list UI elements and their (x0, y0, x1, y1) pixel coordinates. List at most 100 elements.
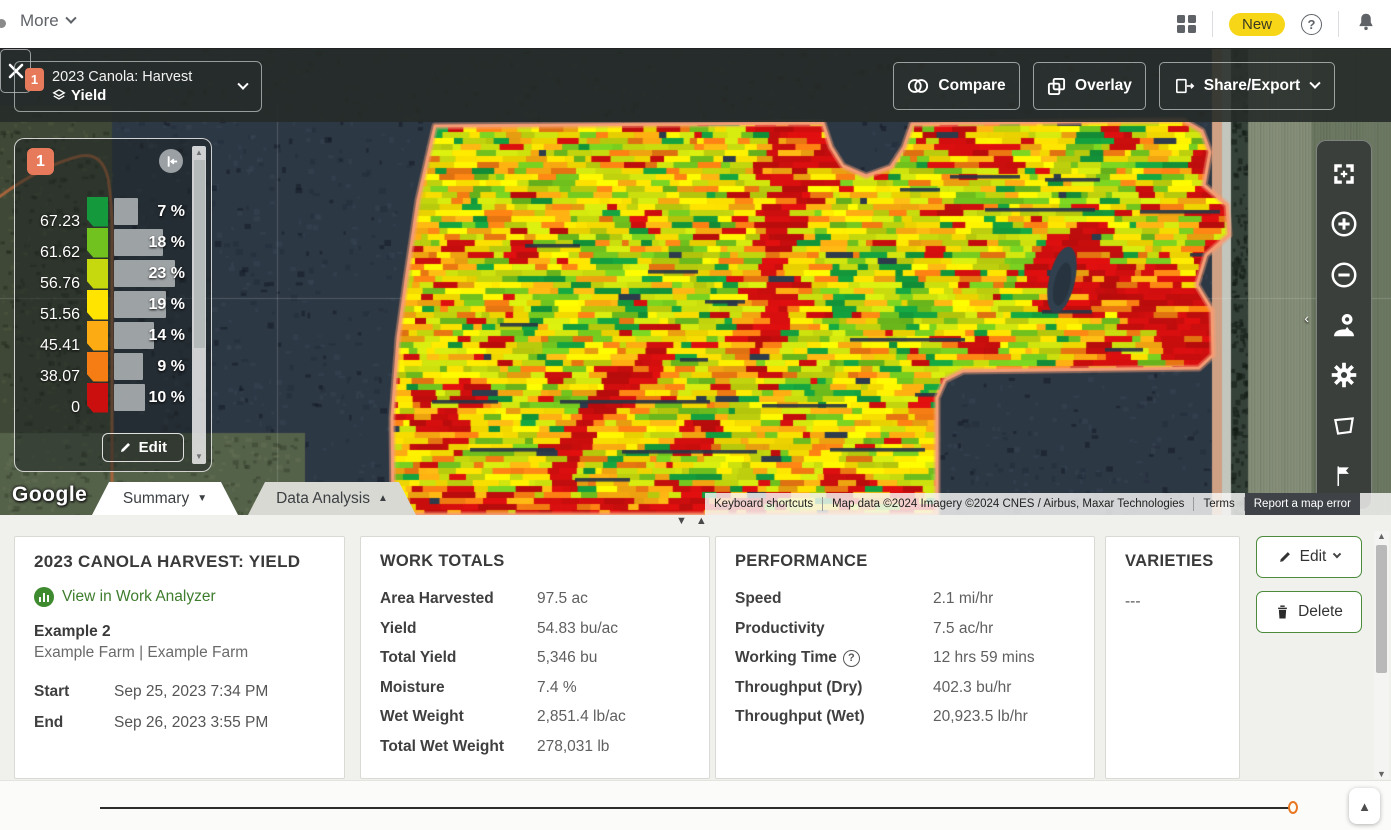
help-icon[interactable]: ? (843, 650, 860, 667)
panel-resize-arrows[interactable]: ▼▲ (676, 515, 707, 527)
terms-link[interactable]: Terms (1194, 498, 1243, 510)
chevron-down-icon (1310, 78, 1321, 89)
map-attribution: Keyboard shortcuts Map data ©2024 Imager… (705, 493, 1391, 515)
yield-legend-panel: 1 67.23 7 % 61.62 (14, 138, 212, 472)
top-bar: More New ? (0, 0, 1391, 48)
gear-icon[interactable] (1324, 355, 1364, 395)
panel-scrollbar[interactable]: ▲ ▼ (1374, 531, 1389, 779)
chevron-up-icon: ▲ (378, 493, 388, 504)
legend-scrollbar[interactable]: ▲ ▼ (192, 146, 206, 464)
bell-icon[interactable] (1355, 11, 1377, 38)
fullscreen-icon[interactable] (1324, 154, 1364, 194)
legend-color-chip (87, 321, 108, 351)
chevron-down-icon (65, 13, 76, 24)
timeline-handle[interactable] (1288, 801, 1298, 814)
stat-row: Working Time? 12 hrs 59 mins (735, 649, 1075, 667)
stat-row: Throughput (Wet)? 20,923.5 lb/hr (735, 708, 1075, 726)
scroll-down-icon[interactable]: ▼ (192, 452, 206, 462)
stat-value: 278,031 lb (537, 738, 609, 756)
stat-row: Productivity? 7.5 ac/hr (735, 620, 1075, 638)
zoom-in-icon[interactable] (1324, 204, 1364, 244)
scrollbar-thumb[interactable] (1376, 545, 1387, 673)
stat-value: 7.4 % (537, 679, 577, 697)
stat-label: Wet Weight (380, 708, 537, 726)
help-icon[interactable]: ? (1301, 14, 1322, 35)
legend-percent-label: 19 % (149, 296, 185, 314)
scroll-up-icon[interactable]: ▲ (192, 148, 206, 158)
work-totals-rows: Area Harvested 97.5 ac Yield 54.83 bu/ac… (380, 590, 690, 756)
zoom-out-icon[interactable] (1324, 255, 1364, 295)
performance-rows: Speed? 2.1 mi/hr Productivity? 7.5 ac/hr… (735, 590, 1075, 726)
legend-color-chip (87, 259, 108, 289)
chevron-down-icon: ▼ (197, 493, 207, 504)
stat-row: Area Harvested 97.5 ac (380, 590, 690, 608)
polygon-tool-icon[interactable] (1324, 406, 1364, 446)
map-data-credit: Map data ©2024 Imagery ©2024 CNES / Airb… (823, 498, 1193, 510)
legend-percent-label: 23 % (149, 265, 185, 283)
delete-button[interactable]: Delete (1256, 591, 1362, 633)
apps-grid-icon[interactable] (1177, 15, 1196, 34)
work-totals-card: WORK TOTALS Area Harvested 97.5 ac Yield… (360, 536, 710, 779)
view-in-work-analyzer-link[interactable]: View in Work Analyzer (34, 587, 325, 607)
expand-panel-button[interactable]: ▲ (1349, 788, 1380, 824)
work-analyzer-label: View in Work Analyzer (62, 588, 216, 606)
stat-row: Yield 54.83 bu/ac (380, 620, 690, 638)
stat-label: Productivity (735, 620, 825, 638)
divider (1212, 11, 1213, 37)
legend-percent-label: 7 % (157, 203, 185, 221)
varieties-value: --- (1125, 593, 1220, 611)
legend-edit-button[interactable]: Edit (102, 433, 184, 462)
map-viewport[interactable]: 1 2023 Canola: Harvest Yield Compare Ove… (0, 48, 1391, 515)
edit-button[interactable]: Edit (1256, 536, 1362, 578)
tab-summary[interactable]: Summary ▼ (92, 482, 238, 515)
collapse-down-icon[interactable]: ▼ (676, 515, 687, 527)
legend-percent-bar (114, 384, 145, 411)
more-label: More (20, 11, 59, 31)
scrollbar-thumb[interactable] (194, 160, 205, 348)
new-badge[interactable]: New (1229, 13, 1285, 36)
google-logo[interactable]: Google (12, 483, 87, 507)
overlay-icon (1047, 77, 1066, 96)
legend-row: 51.56 19 % (25, 289, 187, 320)
report-map-error-link[interactable]: Report a map error (1245, 493, 1360, 515)
trash-icon (1275, 604, 1290, 620)
compare-button[interactable]: Compare (893, 62, 1020, 110)
stat-value: 402.3 bu/hr (933, 679, 1011, 697)
share-export-button[interactable]: Share/Export (1159, 62, 1335, 110)
dataset-title: 2023 CANOLA HARVEST: YIELD (34, 552, 325, 572)
chevron-down-icon (1333, 550, 1341, 558)
overlay-button[interactable]: Overlay (1033, 62, 1146, 110)
flag-icon[interactable] (1324, 456, 1364, 496)
pegman-location-icon[interactable] (1324, 305, 1364, 345)
chevron-down-icon (237, 78, 248, 89)
scroll-up-icon[interactable]: ▲ (1374, 531, 1389, 541)
work-totals-title: WORK TOTALS (380, 552, 690, 571)
stat-value: 5,346 bu (537, 649, 597, 667)
scroll-down-icon[interactable]: ▼ (1374, 769, 1389, 779)
legend-row: 0 10 % (25, 382, 187, 413)
stat-label: Working Time (735, 649, 837, 667)
more-menu[interactable]: More (20, 11, 75, 31)
stat-row: Total Yield 5,346 bu (380, 649, 690, 667)
layer-selector[interactable]: 1 2023 Canola: Harvest Yield (14, 61, 262, 112)
layers-icon (52, 88, 66, 103)
map-toolbar (1316, 140, 1372, 510)
legend-color-chip (87, 290, 108, 320)
keyboard-shortcuts-link[interactable]: Keyboard shortcuts (705, 498, 822, 510)
toolbar-collapse-chevron[interactable]: ‹ (1304, 310, 1309, 326)
edit-label: Edit (1300, 548, 1327, 566)
collapse-left-icon[interactable] (159, 149, 183, 173)
legend-color-chip (87, 383, 108, 413)
expand-up-icon[interactable]: ▲ (696, 515, 707, 527)
legend-row: 45.41 14 % (25, 320, 187, 351)
compare-label: Compare (938, 77, 1005, 95)
timeline-track[interactable] (100, 807, 1296, 809)
layer-title: 2023 Canola: Harvest (52, 69, 192, 85)
tab-data-analysis[interactable]: Data Analysis ▲ (248, 482, 416, 515)
pencil-icon (1278, 550, 1292, 564)
legend-rows: 67.23 7 % 61.62 18 % 56.76 (25, 196, 187, 413)
field-name: Example 2 (34, 623, 325, 641)
viewer-header: 1 2023 Canola: Harvest Yield Compare Ove… (0, 48, 1391, 122)
share-export-icon (1175, 77, 1195, 95)
start-label: Start (34, 683, 114, 701)
